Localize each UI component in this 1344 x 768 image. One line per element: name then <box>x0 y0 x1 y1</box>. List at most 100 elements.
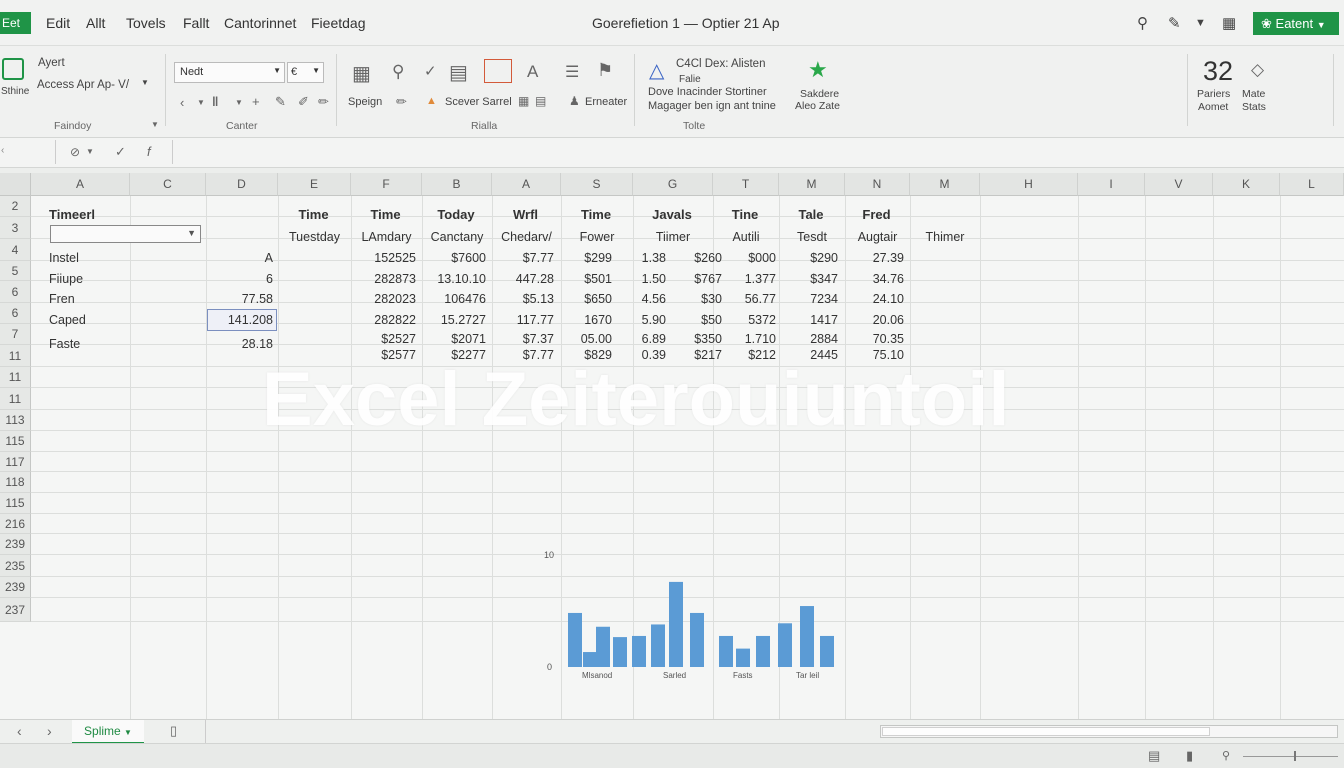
table-cell[interactable]: 1.377 <box>720 272 776 286</box>
column-header[interactable]: N <box>845 173 910 196</box>
layout-icon[interactable]: ▤ <box>535 94 546 108</box>
chevron-down-icon[interactable]: ▼ <box>141 78 149 87</box>
table-cell[interactable]: $767 <box>666 272 722 286</box>
row-header[interactable]: 4 <box>0 239 31 261</box>
dropdown-cell[interactable]: ▼ <box>50 225 201 243</box>
table-cell[interactable]: 7234 <box>776 292 838 306</box>
chevron-down-icon[interactable]: ▼ <box>197 98 205 107</box>
table-cell[interactable]: 6.89 <box>616 332 666 346</box>
column-header[interactable]: M <box>910 173 980 196</box>
grid-icon[interactable]: ▦ <box>518 94 529 108</box>
ribbon-aleo-zate[interactable]: Aleo Zate <box>795 100 840 112</box>
search-icon[interactable]: ⚲ <box>392 62 404 82</box>
pen-icon[interactable]: ✏ <box>396 94 407 110</box>
column-header[interactable]: B <box>422 173 492 196</box>
ribbon-scever[interactable]: Scever Sarrel <box>445 96 512 108</box>
table-cell[interactable]: $7.77 <box>488 251 554 265</box>
row-header[interactable]: 216 <box>0 514 31 534</box>
table-cell[interactable]: 141.208 <box>207 313 273 327</box>
table-header-cell[interactable]: Javals <box>628 207 716 222</box>
table-cell[interactable]: $50 <box>666 313 722 327</box>
row-header[interactable]: 5 <box>0 261 31 281</box>
row-label-cell[interactable]: Instel <box>49 251 129 265</box>
table-cell[interactable]: 15.2727 <box>414 313 486 327</box>
column-header[interactable]: K <box>1213 173 1280 196</box>
table-cell[interactable]: $347 <box>776 272 838 286</box>
normal-view-icon[interactable]: ▤ <box>1148 748 1160 764</box>
table-cell[interactable]: 4.56 <box>616 292 666 306</box>
table-cell[interactable]: 77.58 <box>207 292 273 306</box>
table-cell[interactable]: 24.10 <box>840 292 904 306</box>
column-header[interactable]: M <box>779 173 845 196</box>
table-cell[interactable]: $7.37 <box>488 332 554 346</box>
formula-input[interactable] <box>174 141 1340 163</box>
table-header-cell[interactable]: Today <box>417 207 495 222</box>
table-cell[interactable]: 05.00 <box>557 332 612 346</box>
document-icon[interactable]: ▤ <box>449 60 468 85</box>
horizontal-scrollbar[interactable] <box>880 725 1338 738</box>
table-cell[interactable]: $5.13 <box>488 292 554 306</box>
font-name-select[interactable]: Nedt ▼ <box>174 62 285 83</box>
table-subheader-cell[interactable]: Thimer <box>904 230 986 244</box>
table-cell[interactable]: 27.39 <box>840 251 904 265</box>
table-cell[interactable]: 5.90 <box>616 313 666 327</box>
paste-icon[interactable] <box>2 58 24 80</box>
ribbon-text-ayert[interactable]: Ayert <box>38 57 65 69</box>
expand-icon[interactable]: ▼ <box>151 120 159 129</box>
table-cell[interactable]: $000 <box>720 251 776 265</box>
row-header[interactable]: 3 <box>0 217 31 239</box>
conditional-format-icon[interactable] <box>484 59 512 83</box>
warning-triangle-icon[interactable]: △ <box>649 58 664 83</box>
confirm-icon[interactable]: ✓ <box>115 144 126 160</box>
table-cell[interactable]: 282873 <box>346 272 416 286</box>
row-label-cell[interactable]: Caped <box>49 313 129 327</box>
row-label-cell[interactable]: Faste <box>49 337 129 351</box>
row-header[interactable]: 118 <box>0 472 31 493</box>
table-header-cell[interactable]: Time <box>556 207 636 222</box>
font-size-select[interactable]: € ▼ <box>287 62 324 83</box>
table-cell[interactable]: $350 <box>666 332 722 346</box>
star-icon[interactable]: ★ <box>808 57 828 83</box>
ribbon-speign[interactable]: Speign <box>348 96 382 108</box>
row-header[interactable]: 239 <box>0 577 31 598</box>
row-header[interactable]: 235 <box>0 555 31 577</box>
table-subheader-cell[interactable]: Tiimer <box>627 230 719 244</box>
menu-fieetdag[interactable]: Fieetdag <box>311 15 365 31</box>
arrow-left-icon[interactable]: ‹ <box>180 95 184 110</box>
table-cell[interactable]: 5372 <box>720 313 776 327</box>
sheet-tab[interactable]: Splime ▼ <box>72 720 144 744</box>
menu-fallt[interactable]: Fallt <box>183 15 209 31</box>
row-header[interactable]: 237 <box>0 598 31 622</box>
table-cell[interactable]: 2884 <box>776 332 838 346</box>
table-header-cell[interactable]: Time <box>346 207 425 222</box>
scrollbar-thumb[interactable] <box>882 727 1210 736</box>
row-header[interactable]: 7 <box>0 324 31 345</box>
pin-icon[interactable]: ✎ <box>1168 14 1181 32</box>
chevron-down-icon[interactable]: ▼ <box>1195 17 1206 29</box>
column-header[interactable]: G <box>633 173 713 196</box>
row-header[interactable]: 117 <box>0 452 31 472</box>
row-header[interactable]: 6 <box>0 281 31 303</box>
row-label-cell[interactable]: Fiiupe <box>49 272 129 286</box>
table-cell[interactable]: 282822 <box>346 313 416 327</box>
row-header[interactable]: 6 <box>0 303 31 324</box>
table-cell[interactable]: $299 <box>557 251 612 265</box>
table-header-cell[interactable]: Timeerl <box>49 207 129 222</box>
table-icon[interactable]: ▦ <box>352 61 371 86</box>
menu-edit[interactable]: Edit <box>46 15 70 31</box>
function-icon[interactable]: f <box>147 144 151 159</box>
table-cell[interactable]: 70.35 <box>840 332 904 346</box>
zoom-icon[interactable]: ⚲ <box>1222 749 1230 762</box>
column-header[interactable]: A <box>31 173 130 196</box>
paint-icon[interactable]: ⚑ <box>597 60 613 81</box>
table-cell[interactable]: 34.76 <box>840 272 904 286</box>
table-cell[interactable]: A <box>207 251 273 265</box>
row-header[interactable]: 11 <box>0 367 31 388</box>
scroll-left-icon[interactable]: ‹ <box>17 723 22 739</box>
list-icon[interactable]: ☰ <box>565 62 579 82</box>
file-menu-button[interactable]: Eet <box>0 12 31 34</box>
select-all-corner[interactable] <box>0 173 31 196</box>
row-label-cell[interactable]: Fren <box>49 292 129 306</box>
table-cell[interactable]: 13.10.10 <box>414 272 486 286</box>
table-cell[interactable]: 106476 <box>414 292 486 306</box>
